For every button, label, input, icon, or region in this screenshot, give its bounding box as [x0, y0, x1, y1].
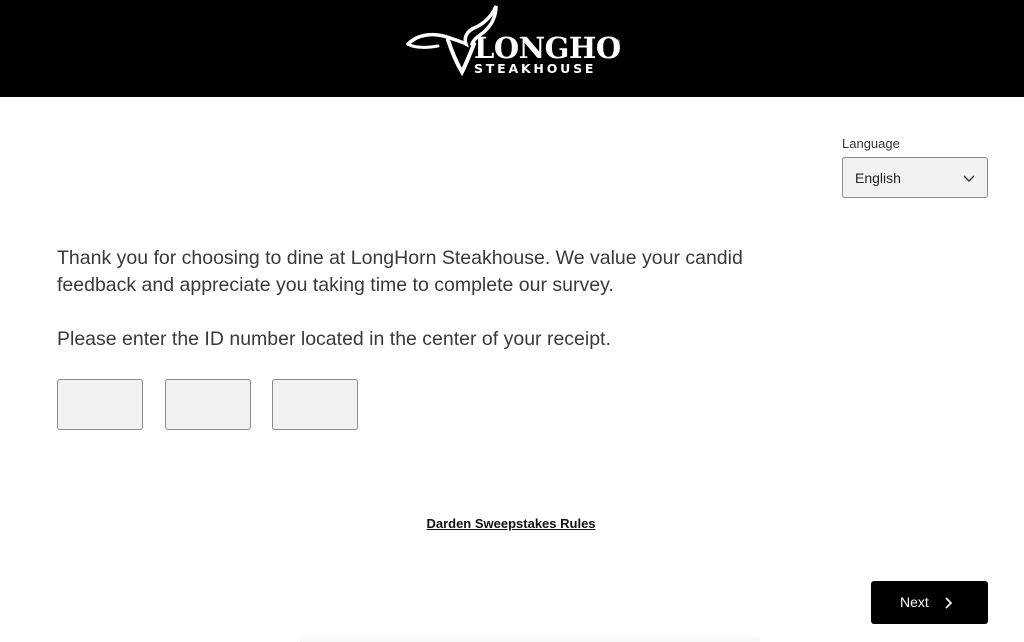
intro-text: Thank you for choosing to dine at LongHo…: [57, 247, 743, 296]
id-field-1[interactable]: [57, 379, 143, 430]
next-button[interactable]: Next: [871, 581, 988, 624]
svg-text:®: ®: [615, 39, 620, 46]
logo-wordmark: LONGHORN: [474, 31, 620, 65]
id-prompt-text: Please enter the ID number located in th…: [57, 328, 611, 350]
next-button-label: Next: [900, 594, 929, 610]
chevron-right-icon: [945, 597, 953, 609]
sweepstakes-rules-link[interactable]: Darden Sweepstakes Rules: [0, 516, 1022, 531]
logo-subtitle: STEAKHOUSE: [474, 61, 596, 76]
language-selected-value: English: [855, 170, 901, 186]
footer-divider: [300, 634, 760, 642]
id-input-1[interactable]: [58, 380, 142, 429]
language-select[interactable]: English: [842, 157, 988, 198]
site-header: LONGHORN ® STEAKHOUSE: [0, 0, 1024, 97]
id-input-3[interactable]: [273, 380, 357, 429]
id-input-2[interactable]: [166, 380, 250, 429]
id-field-2[interactable]: [165, 379, 251, 430]
id-field-3[interactable]: [272, 379, 358, 430]
chevron-down-icon: [963, 175, 975, 182]
longhorn-steakhouse-logo: LONGHORN ® STEAKHOUSE: [406, 5, 620, 76]
language-label: Language: [842, 136, 900, 151]
